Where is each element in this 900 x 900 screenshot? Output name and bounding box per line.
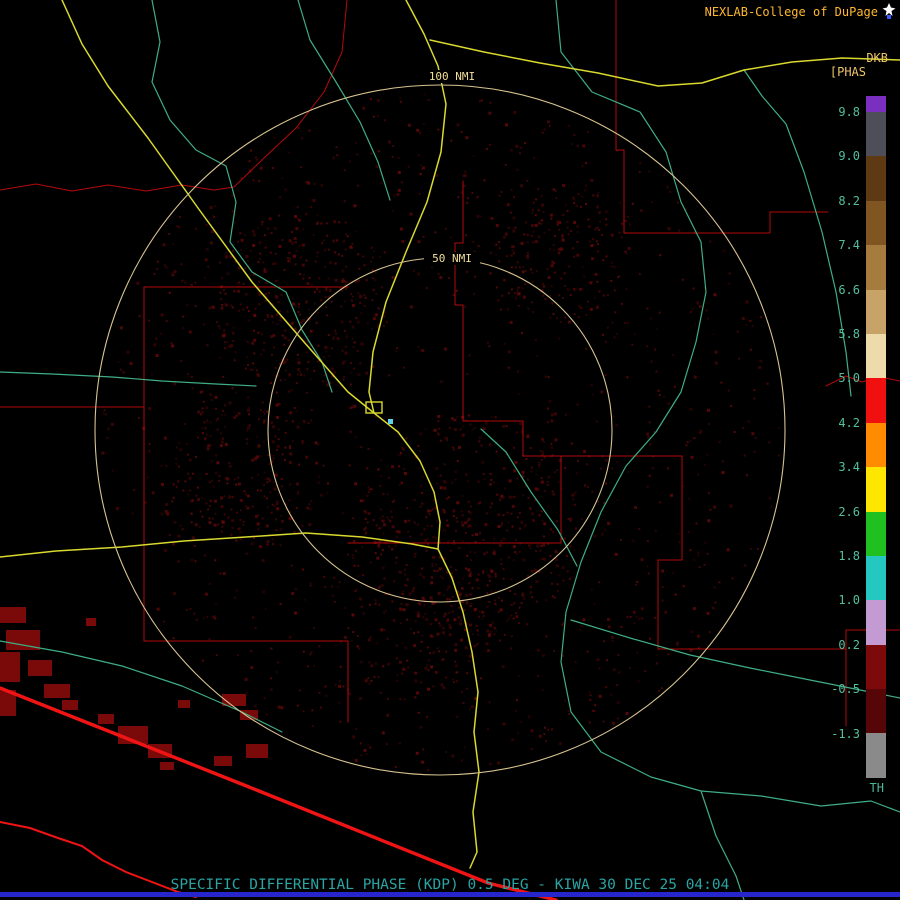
colorbar-tick-label: 0.2 [838,637,860,652]
colorbar-tick-label: 2.6 [838,504,860,519]
colorbar-tick-label: 9.8 [838,105,860,119]
radar-screen: 100 NMI 50 NMI NEXLAB-College of DuPage D… [0,0,900,900]
state-border-lines [0,686,558,900]
echo-speckles [101,93,780,772]
colorbar-tick-label: 5.8 [838,327,860,341]
colorbar-segment [866,333,886,379]
colorbar-segment [866,245,886,290]
colorbar-segment [866,422,886,468]
colorbar-tick-label: 6.6 [838,282,860,297]
product-caption: SPECIFIC DIFFERENTIAL PHASE (KDP) 0.5 DE… [170,877,730,893]
colorbar-segment [866,467,886,512]
colorbar-phase-label: [PHAS [829,65,866,79]
colorbar-segment [866,156,886,201]
colorbar-tick-label: 1.8 [838,549,860,563]
colorbar-tick-label: 8.2 [838,193,860,208]
colorbar-segment [866,511,886,556]
river-lines [0,0,900,900]
colorbar-segment [866,200,886,246]
range-rings [94,84,786,776]
range-ring-label: 100 NMI [429,70,475,83]
county-border-lines [0,0,900,727]
colorbar-tick-label: 3.4 [838,460,860,475]
colorbar-segment [866,112,886,157]
colorbar-segment [866,689,886,734]
colorbar [866,96,886,778]
colorbar-tick-label: 7.4 [838,238,860,253]
colorbar-segment [866,289,886,334]
colorbar-tick-label: 9.0 [838,149,860,164]
bottom-border-line [0,892,900,897]
sparkle-icon [882,3,896,19]
range-ring-label: 50 NMI [432,252,472,265]
radar-map: 100 NMI 50 NMI [0,0,900,900]
echo-blobs [0,607,268,770]
colorbar-tick-label: 4.2 [838,415,860,430]
colorbar-tick-label: -1.3 [831,726,860,741]
range-ring-labels: 100 NMI 50 NMI [424,70,480,265]
colorbar-segment [866,733,886,778]
colorbar-segment [866,378,886,423]
colorbar-segment [866,644,886,690]
radar-site-marker [388,419,393,424]
colorbar-segment [866,600,886,645]
colorbar-tick-label: 1.0 [838,593,860,608]
colorbar-tick-label: 5.0 [838,371,860,386]
colorbar-tick-label: -0.5 [831,682,860,697]
colorbar-bottom-label: TH [869,781,884,795]
colorbar-unit-label: DKB [866,51,888,65]
colorbar-segment [866,96,886,112]
colorbar-segment [866,555,886,601]
brand-title: NEXLAB-College of DuPage [704,5,878,19]
